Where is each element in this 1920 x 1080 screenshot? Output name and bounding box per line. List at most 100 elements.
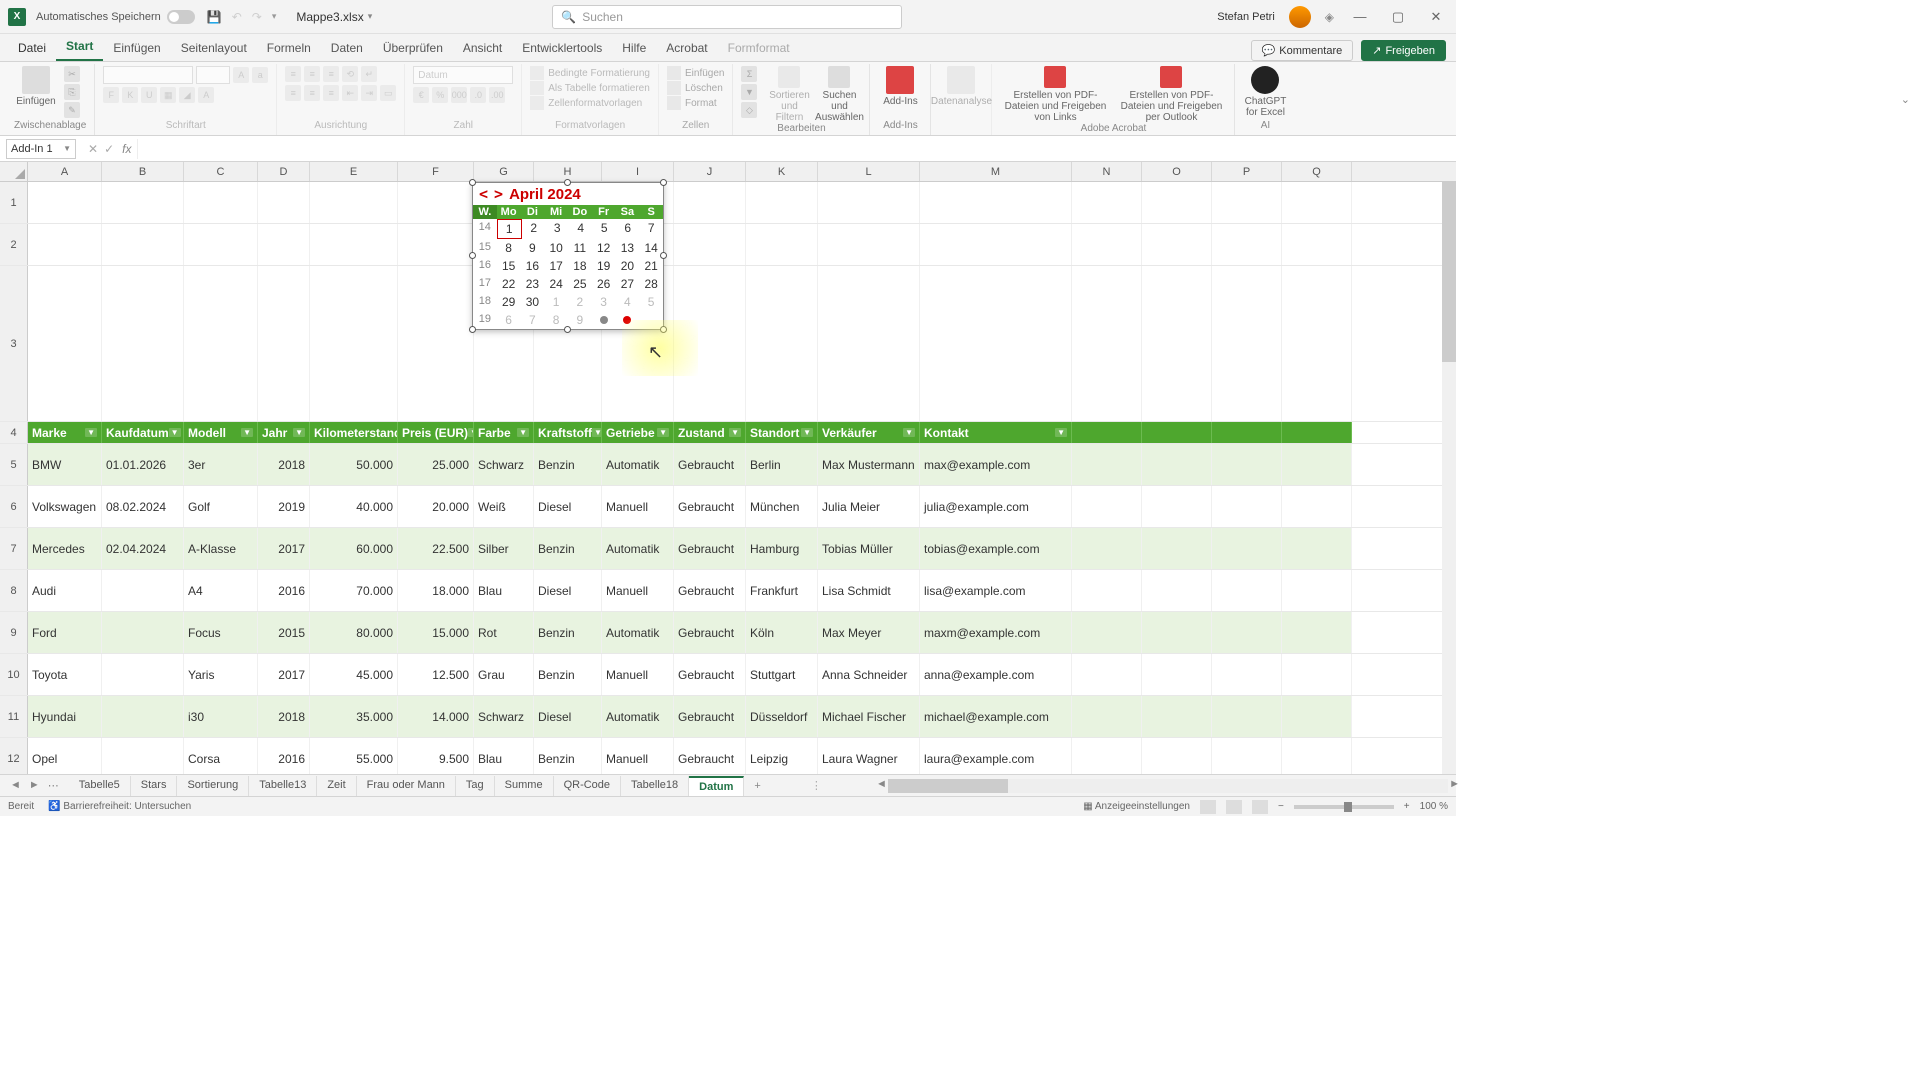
cell[interactable] xyxy=(1212,570,1282,611)
table-cell[interactable]: 20.000 xyxy=(398,486,474,527)
table-cell[interactable]: Automatik xyxy=(602,444,674,485)
calendar-day[interactable]: 30 xyxy=(521,293,545,311)
cell[interactable] xyxy=(1282,266,1352,421)
date-picker[interactable]: < > April 2024 W.MoDiMiDoFrSaS 141234567… xyxy=(472,182,664,330)
cell[interactable] xyxy=(1212,444,1282,485)
sheet-nav-more-icon[interactable]: ⋯ xyxy=(48,779,59,792)
table-cell[interactable]: 14.000 xyxy=(398,696,474,737)
row-header[interactable]: 9 xyxy=(0,612,28,653)
cell[interactable] xyxy=(1212,224,1282,265)
table-cell[interactable]: Gebraucht xyxy=(674,654,746,695)
normal-view-icon[interactable] xyxy=(1200,800,1216,814)
wrap-icon[interactable]: ↵ xyxy=(361,66,377,82)
increase-font-icon[interactable]: A xyxy=(233,67,249,83)
chevron-down-icon[interactable]: ▾ xyxy=(368,11,373,22)
font-family-select[interactable] xyxy=(103,66,193,84)
cell[interactable] xyxy=(1072,612,1142,653)
table-cell[interactable]: 80.000 xyxy=(310,612,398,653)
row-header[interactable]: 12 xyxy=(0,738,28,774)
cell[interactable] xyxy=(398,266,474,421)
diamond-icon[interactable]: ◈ xyxy=(1325,10,1334,24)
cell[interactable] xyxy=(1142,696,1212,737)
sheet-tab[interactable]: Datum xyxy=(689,776,744,796)
scrollbar-thumb[interactable] xyxy=(888,779,1008,793)
filename[interactable]: Mappe3.xlsx ▾ xyxy=(296,10,372,24)
tab-hilfe[interactable]: Hilfe xyxy=(612,35,656,61)
tab-entwicklertools[interactable]: Entwicklertools xyxy=(512,35,612,61)
minimize-button[interactable]: — xyxy=(1348,9,1372,24)
table-cell[interactable]: Gebraucht xyxy=(674,486,746,527)
calendar-day[interactable]: 2 xyxy=(522,219,546,239)
table-cell[interactable]: Blau xyxy=(474,738,534,774)
calendar-day[interactable]: 12 xyxy=(592,239,616,257)
resize-handle[interactable] xyxy=(469,179,476,186)
table-cell[interactable]: michael@example.com xyxy=(920,696,1072,737)
bold-icon[interactable]: F xyxy=(103,87,119,103)
calendar-day[interactable]: 5 xyxy=(593,219,617,239)
cell[interactable] xyxy=(398,224,474,265)
indent-dec-icon[interactable]: ⇤ xyxy=(342,85,358,101)
table-cell[interactable]: Toyota xyxy=(28,654,102,695)
scrollbar-thumb[interactable] xyxy=(1442,182,1456,362)
calendar-day[interactable]: 24 xyxy=(544,275,568,293)
table-cell[interactable]: Weiß xyxy=(474,486,534,527)
table-header[interactable]: Preis (EUR)▼ xyxy=(398,422,474,443)
data-analysis-button[interactable]: Datenanalyse xyxy=(939,66,983,107)
italic-icon[interactable]: K xyxy=(122,87,138,103)
undo-icon[interactable]: ↶ xyxy=(232,10,242,24)
cell[interactable] xyxy=(1282,224,1352,265)
calendar-day[interactable]: 23 xyxy=(521,275,545,293)
table-cell[interactable]: maxm@example.com xyxy=(920,612,1072,653)
comma-icon[interactable]: 000 xyxy=(451,87,467,103)
cell[interactable] xyxy=(1212,486,1282,527)
calendar-day[interactable]: 17 xyxy=(544,257,568,275)
table-cell[interactable]: Max Mustermann xyxy=(818,444,920,485)
cell[interactable] xyxy=(1072,738,1142,774)
calendar-day[interactable]: 9 xyxy=(521,239,545,257)
calendar-day[interactable]: 29 xyxy=(497,293,521,311)
delete-button[interactable]: Löschen xyxy=(667,81,723,95)
filter-dropdown-icon[interactable]: ▼ xyxy=(729,428,741,437)
filter-dropdown-icon[interactable]: ▼ xyxy=(592,428,602,437)
formula-input[interactable] xyxy=(137,139,1456,159)
table-cell[interactable]: Mercedes xyxy=(28,528,102,569)
cell[interactable] xyxy=(746,224,818,265)
cell[interactable] xyxy=(1282,570,1352,611)
table-cell[interactable]: 18.000 xyxy=(398,570,474,611)
table-cell[interactable] xyxy=(102,654,184,695)
conditional-formatting-button[interactable]: Bedingte Formatierung xyxy=(530,66,650,80)
table-cell[interactable]: 9.500 xyxy=(398,738,474,774)
table-cell[interactable]: Lisa Schmidt xyxy=(818,570,920,611)
table-cell[interactable]: Julia Meier xyxy=(818,486,920,527)
calendar-day[interactable]: 16 xyxy=(521,257,545,275)
table-cell[interactable]: julia@example.com xyxy=(920,486,1072,527)
name-box[interactable]: Add-In 1▼ xyxy=(6,139,76,159)
calendar-day[interactable]: 1 xyxy=(497,219,523,239)
table-cell[interactable]: Schwarz xyxy=(474,696,534,737)
tab-einfuegen[interactable]: Einfügen xyxy=(103,35,170,61)
save-icon[interactable]: 💾 xyxy=(207,10,222,24)
cell[interactable] xyxy=(1282,612,1352,653)
table-header[interactable]: Standort▼ xyxy=(746,422,818,443)
align-top-icon[interactable]: ≡ xyxy=(285,66,301,82)
table-cell[interactable]: Stuttgart xyxy=(746,654,818,695)
close-button[interactable]: ✕ xyxy=(1424,9,1448,25)
table-cell[interactable]: Volkswagen xyxy=(28,486,102,527)
table-cell[interactable]: Benzin xyxy=(534,528,602,569)
format-painter-icon[interactable]: ✎ xyxy=(64,102,80,118)
table-cell[interactable]: BMW xyxy=(28,444,102,485)
cut-icon[interactable]: ✂ xyxy=(64,66,80,82)
calendar-day[interactable]: 13 xyxy=(616,239,640,257)
table-header[interactable]: Kilometerstand▼ xyxy=(310,422,398,443)
filter-dropdown-icon[interactable]: ▼ xyxy=(169,428,181,437)
table-cell[interactable]: München xyxy=(746,486,818,527)
table-cell[interactable]: Berlin xyxy=(746,444,818,485)
cell[interactable] xyxy=(1282,528,1352,569)
sheet-tab[interactable]: Sortierung xyxy=(177,776,249,796)
cell[interactable] xyxy=(1142,486,1212,527)
tab-ansicht[interactable]: Ansicht xyxy=(453,35,512,61)
calendar-day[interactable] xyxy=(639,311,663,329)
table-cell[interactable] xyxy=(102,570,184,611)
autosum-icon[interactable]: Σ xyxy=(741,66,757,82)
sheet-tab[interactable]: Tag xyxy=(456,776,495,796)
